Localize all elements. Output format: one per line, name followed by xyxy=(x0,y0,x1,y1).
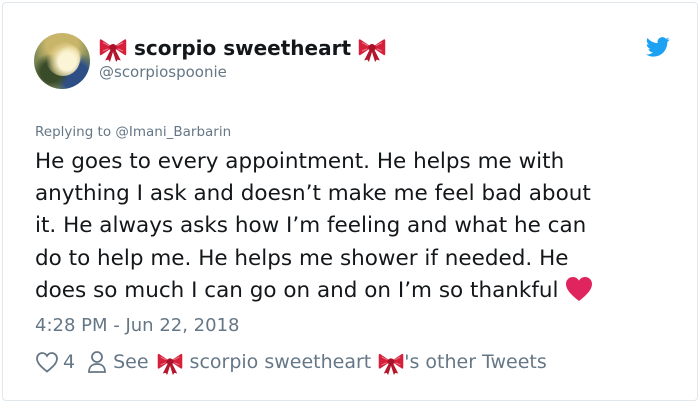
like-button[interactable]: 4 xyxy=(35,351,87,373)
twitter-bird-icon[interactable] xyxy=(646,37,670,57)
like-count: 4 xyxy=(63,351,76,373)
tweet-text-line: it. He always asks how I’m feeling and w… xyxy=(35,213,587,239)
person-outline-icon xyxy=(88,351,106,373)
tweet-text-line: He goes to every appointment. He helps m… xyxy=(35,149,565,174)
display-name-row[interactable]: scorpio sweetheart xyxy=(99,33,386,63)
ribbon-bow-icon xyxy=(358,34,386,62)
ribbon-bow-icon xyxy=(157,349,183,375)
avatar[interactable] xyxy=(34,33,90,89)
reply-prefix: Replying to xyxy=(35,124,112,140)
red-heart-icon xyxy=(565,276,592,301)
display-name[interactable]: scorpio sweetheart xyxy=(134,36,351,60)
other-tweets-link[interactable]: See scorpio sweetheart 's other Tweets xyxy=(87,349,547,375)
ribbon-bow-icon xyxy=(378,349,404,375)
tweet-text-line: does so much I can go on and on I’m so t… xyxy=(35,277,559,303)
reply-to-handle[interactable]: @Imani_Barbarin xyxy=(115,124,231,140)
user-handle[interactable]: @scorpiospoonie xyxy=(99,63,227,81)
ribbon-bow-icon xyxy=(99,34,127,62)
see-label[interactable]: See xyxy=(113,351,148,373)
tweet-text-last-line: does so much I can go on and on I’m so t… xyxy=(35,275,685,307)
other-tweets-suffix[interactable]: 's other Tweets xyxy=(404,351,547,373)
tweet-text: He goes to every appointment. He helps m… xyxy=(35,146,685,307)
tweet-card: scorpio sweetheart @scorpiospoonie Reply… xyxy=(2,2,698,401)
tweet-timestamp[interactable]: 4:28 PM - Jun 22, 2018 xyxy=(35,315,239,336)
reply-context: Replying to @Imani_Barbarin xyxy=(35,124,231,140)
tweet-text-line: anything I ask and doesn’t make me feel … xyxy=(35,181,591,207)
other-tweets-name[interactable]: scorpio sweetheart xyxy=(190,351,372,373)
heart-outline-icon xyxy=(36,352,58,373)
tweet-actions: 4 See scorpio sweetheart 's other Tweets xyxy=(35,345,547,379)
tweet-text-line: do to help me. He helps me shower if nee… xyxy=(35,245,569,271)
